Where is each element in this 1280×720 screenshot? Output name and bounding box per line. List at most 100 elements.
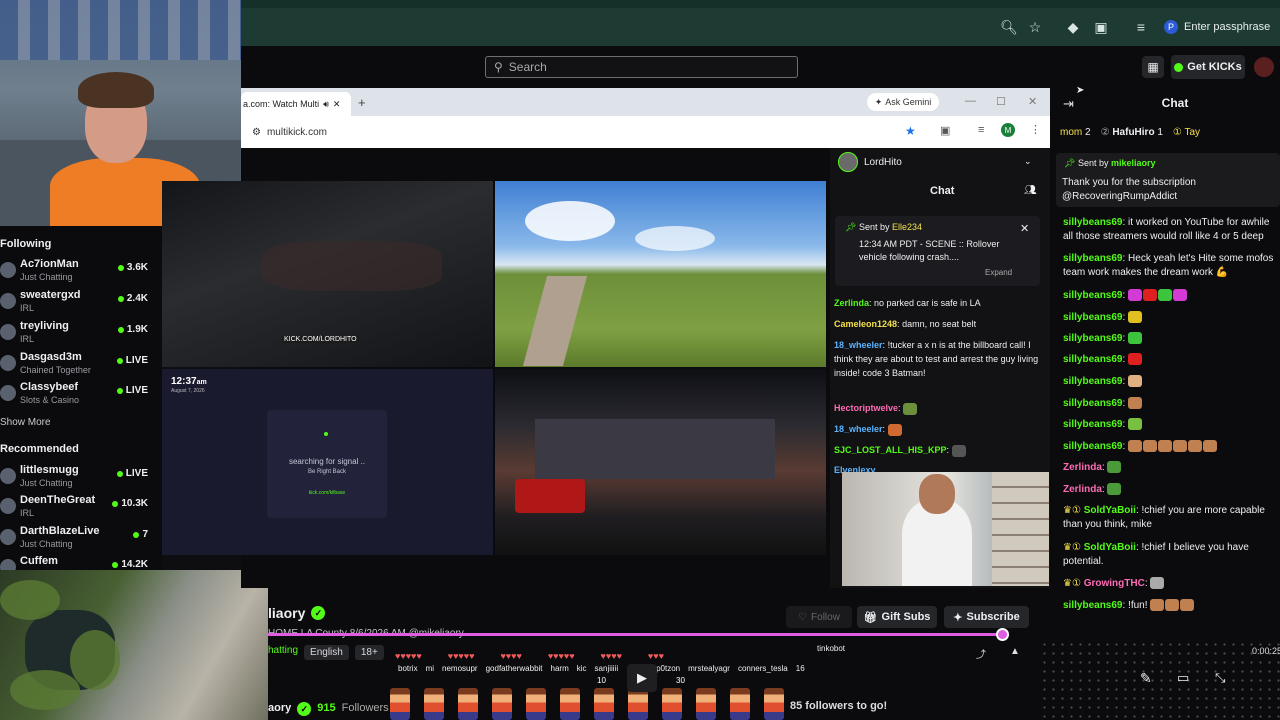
user-avatar[interactable] [1254, 57, 1274, 77]
pencil-icon[interactable]: ✎ [1140, 670, 1152, 687]
site-info-icon[interactable]: ⚙ [252, 127, 261, 138]
warning-icon[interactable]: ▲ [1010, 646, 1020, 657]
play-button[interactable]: ▶ [627, 664, 657, 692]
kick-coin-icon [1174, 62, 1184, 72]
pinned-message: 📌︎ Sent by Elle234 12:34 AM PDT - SCENE … [835, 216, 1040, 286]
close-icon[interactable]: ✕ [333, 99, 341, 110]
age-tag[interactable]: 18+ [354, 645, 384, 660]
followers-count: aory ✓ 915 Followers [268, 702, 389, 716]
chevron-down-icon[interactable]: ⌄ [1024, 156, 1032, 167]
extensions-icon[interactable]: ▣ [940, 124, 950, 137]
menu-icon[interactable]: ⋮ [1030, 123, 1041, 136]
progress-bar[interactable] [268, 633, 1004, 636]
window-close-icon[interactable]: ✕ [1028, 95, 1037, 108]
chat-message: Cameleon1248: damn, no seat belt [834, 319, 977, 329]
tile-date: August 7, 2026 [171, 388, 205, 394]
overlay-number: 10 [597, 676, 606, 685]
streamer-header[interactable]: LordHito [838, 152, 902, 172]
overlay-number: 30 [676, 676, 685, 685]
camera-overlay [0, 570, 268, 720]
subscribe-button[interactable]: ✦ Subscribe [944, 606, 1029, 628]
chat-message: sillybeans69: [1063, 353, 1278, 367]
speaker-icon: 🔊︎ [323, 98, 329, 109]
gift-icon: 🎁︎ [863, 611, 878, 624]
get-kicks-button[interactable]: Get KICKs [1171, 55, 1245, 79]
top-gifters: mom 2 ② HafuHiro 1 ① Tay [1060, 127, 1201, 138]
chat-message: sillybeans69: !fun! [1063, 599, 1278, 613]
expand-link[interactable]: Expand [985, 268, 1012, 277]
signal-status: searching for signal .. [288, 457, 366, 466]
sidebar-item-darthblazelive[interactable]: DarthBlazeLive Just Chatting 7 [0, 525, 160, 553]
media-icon[interactable]: ≡ [1132, 18, 1150, 36]
progress-handle[interactable] [996, 628, 1009, 641]
chat-message: 18_wheeler: !tucker a x n is at the bill… [834, 340, 1039, 378]
stream-tags: hatting English 18+ [268, 645, 384, 660]
chat-message: Hectoriptwelve: [834, 401, 1046, 415]
gift-subs-button[interactable]: 🎁︎ Gift Subs [857, 606, 937, 628]
rank-icon: ② [1100, 127, 1110, 138]
chat-message: ♛① GrowingTHC: [1063, 577, 1278, 591]
chat-message: sillybeans69: [1063, 440, 1278, 454]
chat-message: sillybeans69: Heck yeah let's Hite some … [1063, 253, 1274, 278]
get-kicks-label: Get KICKs [1187, 61, 1242, 73]
channel-link: kick.com/kilbase [308, 490, 346, 496]
minimize-icon[interactable]: — [965, 95, 976, 107]
avatar [0, 324, 16, 340]
bookmark-star-icon[interactable]: ☆ [1026, 18, 1044, 36]
sidebar-item-classybeef[interactable]: Classybeef Slots & Casino LIVE [0, 381, 160, 409]
verified-icon: ✓ [297, 702, 312, 716]
puzzle-icon[interactable]: ▣ [1092, 18, 1110, 36]
new-tab-button[interactable]: + [358, 95, 366, 110]
show-more-link[interactable]: Show More [0, 417, 51, 428]
avatar [0, 468, 16, 484]
passphrase-button[interactable]: P Enter passphrase [1164, 17, 1270, 37]
overlay-names: botrix mi nemosupr godfatherwabbit harm kic sa… [398, 664, 805, 673]
category-link[interactable]: hatting [268, 645, 298, 660]
minimize-arrows-icon[interactable]: ⤡ [1215, 670, 1225, 686]
tab-multikick[interactable]: a.com: Watch Multi 🔊︎ ✕ [241, 92, 351, 116]
sidebar-item-treyliving[interactable]: treyliving IRL 1.9K [0, 320, 160, 348]
channel-name[interactable]: liaory ✓ [268, 605, 326, 621]
profile-avatar[interactable]: M [1001, 123, 1015, 137]
share-icon[interactable]: ⤴ [976, 646, 986, 661]
chat-message: Zerlinda: [1063, 483, 1278, 497]
passphrase-label: Enter passphrase [1184, 21, 1271, 33]
pinned-text: Thank you for the subscription @Recoveri… [1062, 177, 1196, 202]
follower-goal: 85 followers to go! [790, 700, 888, 712]
sidebar-item-dasgasd3m[interactable]: Dasgasd3m Chained Together LIVE [0, 351, 160, 379]
media-icon[interactable]: ≡ [978, 124, 984, 136]
sidebar-item-sweatergxd[interactable]: sweatergxd IRL 2.4K [0, 289, 160, 317]
chat-message: ♛① SoldYaBoii: !chief I believe you have… [1063, 542, 1249, 567]
following-header: Following [0, 238, 52, 250]
overlay-name: tinkobot [817, 644, 846, 653]
extension-icon[interactable]: ◆ [1064, 18, 1082, 36]
pip-icon[interactable]: ▭ [1177, 670, 1189, 686]
chat-message: Zerlinda: no parked car is safe in LA [834, 298, 981, 308]
ask-gemini-button[interactable]: ✦ Ask Gemini [867, 93, 939, 111]
sidebar-item-littlesmugg[interactable]: littlesmugg Just Chatting LIVE [0, 464, 160, 492]
stream-time: 0:00:25 [1252, 646, 1280, 656]
maximize-icon[interactable]: ☐ [996, 95, 1006, 108]
chat-message: sillybeans69: [1063, 375, 1278, 389]
avatar [0, 262, 16, 278]
layout-icon[interactable]: ▦ [1142, 56, 1164, 78]
stream-tile-2[interactable] [495, 181, 826, 367]
sprite-overlay [390, 680, 820, 720]
zoom-icon[interactable]: 🔍︎ [1000, 18, 1018, 36]
sidebar-item-deenthegreat[interactable]: DeenTheGreat IRL 10.3K [0, 494, 160, 522]
bookmark-star-icon[interactable]: ★ [905, 124, 916, 138]
close-icon[interactable]: ✕ [1020, 222, 1029, 235]
avatar [0, 385, 16, 401]
url-field[interactable]: ⚙ multikick.com [252, 121, 892, 143]
stream-tile-4[interactable] [495, 369, 826, 555]
inner-chat-title: Chat [930, 185, 955, 197]
chat-message: sillybeans69: [1063, 418, 1278, 432]
search-input[interactable]: ⚲ Search [485, 56, 798, 78]
chat-message: sillybeans69: [1063, 332, 1278, 346]
avatar [0, 293, 16, 309]
pip-webcam [842, 472, 1049, 586]
users-icon[interactable]: 👥︎ [1024, 185, 1037, 196]
language-tag[interactable]: English [304, 645, 349, 660]
sidebar-item-ac7ionman[interactable]: Ac7ionMan Just Chatting 3.6K [0, 258, 160, 286]
follow-button[interactable]: ♡ Follow [786, 606, 852, 628]
